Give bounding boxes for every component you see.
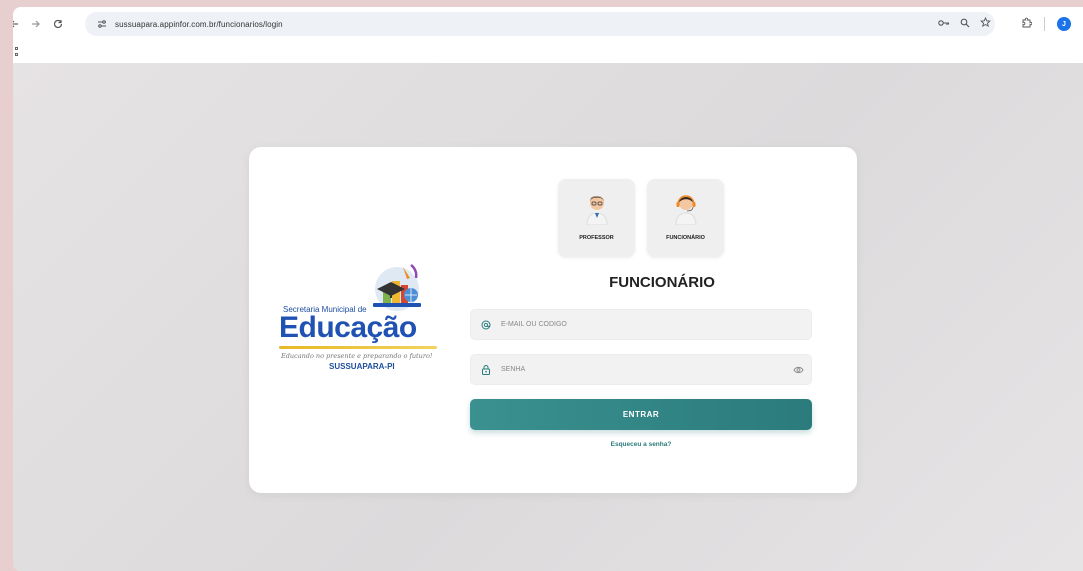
- browser-toolbar: sussuapara.appinfor.com.br/funcionarios/…: [13, 7, 1083, 41]
- role-tile-funcionario[interactable]: FUNCIONÁRIO: [647, 179, 724, 257]
- bookmarks-bar: [13, 41, 1083, 63]
- email-field[interactable]: [470, 309, 812, 340]
- form-title: FUNCIONÁRIO: [609, 274, 715, 291]
- extensions-puzzle-icon[interactable]: [1021, 17, 1033, 31]
- professor-avatar-icon: [586, 196, 608, 225]
- apps-grid-icon[interactable]: [13, 47, 19, 56]
- bookmark-star-icon[interactable]: [980, 16, 991, 31]
- toolbar-divider: [1044, 17, 1045, 31]
- page-background: Secretaria Municipal de Educação Educand…: [13, 63, 1083, 571]
- logo-title: Educação: [279, 311, 417, 344]
- site-settings-icon[interactable]: [89, 19, 115, 29]
- forward-arrow-icon[interactable]: [25, 13, 47, 35]
- extensions-area: J: [1021, 12, 1071, 36]
- role-tile-professor[interactable]: PROFESSOR: [558, 179, 635, 257]
- logo-slogan: Educando no presente e preparando o futu…: [281, 352, 433, 360]
- forgot-password-link[interactable]: Esqueceu a senha?: [470, 441, 812, 448]
- at-sign-icon: [471, 320, 501, 330]
- logo-city: SUSSUAPARA-PI: [329, 362, 395, 371]
- lock-icon: [471, 364, 501, 375]
- address-bar[interactable]: sussuapara.appinfor.com.br/funcionarios/…: [85, 12, 995, 36]
- email-input[interactable]: [501, 321, 811, 328]
- profile-avatar[interactable]: J: [1057, 17, 1071, 31]
- password-field[interactable]: [470, 354, 812, 385]
- url-text: sussuapara.appinfor.com.br/funcionarios/…: [115, 19, 283, 29]
- reload-icon[interactable]: [47, 13, 69, 35]
- show-password-eye-icon[interactable]: [785, 366, 811, 374]
- login-submit-button[interactable]: ENTRAR: [470, 399, 812, 430]
- zoom-icon[interactable]: [960, 18, 970, 31]
- back-arrow-icon[interactable]: [13, 13, 25, 35]
- staff-headset-avatar-icon: [675, 195, 697, 225]
- education-logo: Secretaria Municipal de Educação Educand…: [275, 257, 445, 377]
- logo-swoosh: [279, 346, 437, 349]
- address-bar-actions: [938, 12, 991, 36]
- browser-window: sussuapara.appinfor.com.br/funcionarios/…: [13, 7, 1083, 571]
- password-input[interactable]: [501, 366, 785, 373]
- role-label-funcionario: FUNCIONÁRIO: [666, 235, 705, 241]
- password-key-icon[interactable]: [938, 19, 950, 30]
- school-supplies-illustration-icon: [373, 264, 421, 311]
- login-card: Secretaria Municipal de Educação Educand…: [249, 147, 857, 493]
- role-label-professor: PROFESSOR: [579, 235, 614, 241]
